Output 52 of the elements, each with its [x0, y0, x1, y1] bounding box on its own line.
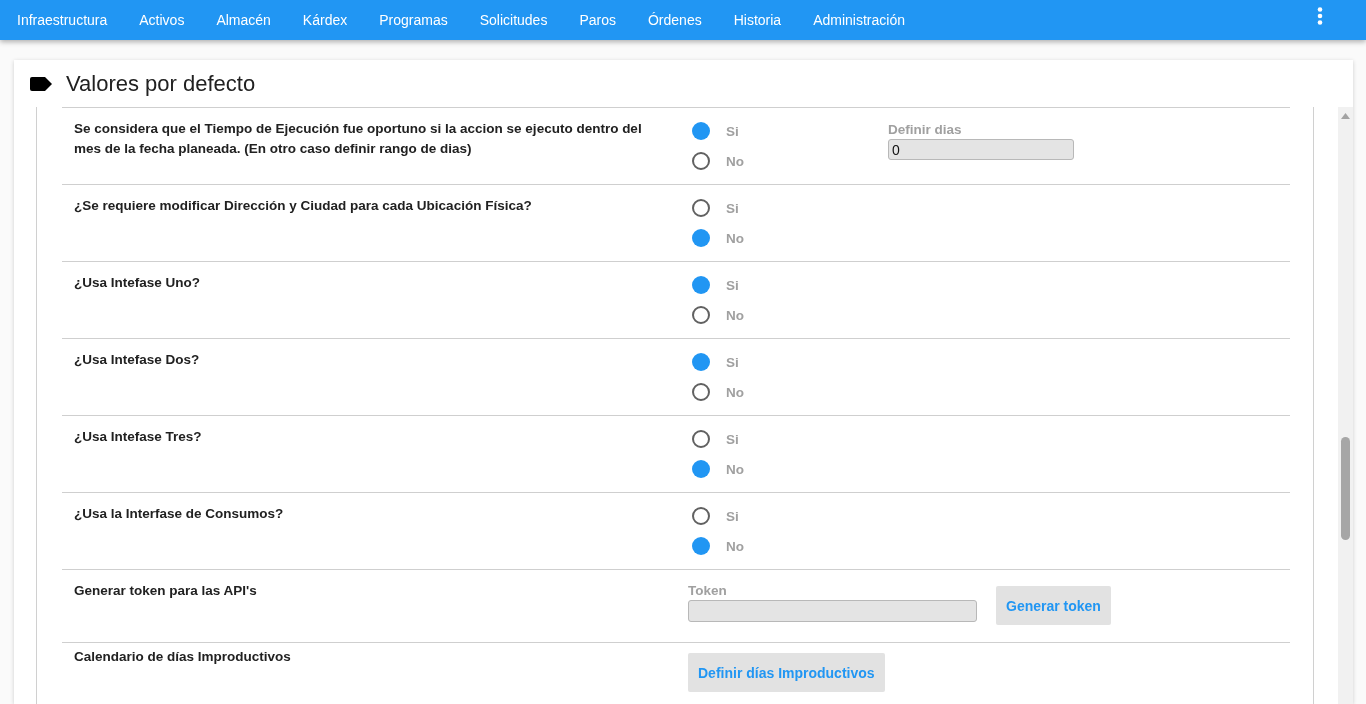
nav-item[interactable]: Historia — [717, 0, 798, 40]
radio-label: Si — [726, 354, 739, 370]
setting-question: ¿Usa Intefase Dos? — [74, 351, 201, 369]
radio-button[interactable] — [692, 383, 710, 401]
radio-button[interactable] — [692, 460, 710, 478]
nav-item[interactable]: Programas — [363, 0, 464, 40]
radio-label: No — [726, 538, 744, 554]
radio-button[interactable] — [692, 507, 710, 525]
radio-button[interactable] — [692, 229, 710, 247]
card-title: Valores por defecto — [66, 69, 256, 98]
setting-question: ¿Se requiere modificar Dirección y Ciudad para cada Ubicación Física? — [74, 197, 533, 215]
scrollbar-thumb[interactable] — [1341, 437, 1350, 540]
radio-button[interactable] — [692, 122, 710, 140]
radio-label: Si — [726, 123, 739, 139]
scroll-up-icon[interactable] — [1341, 113, 1350, 119]
field-label: Token — [688, 583, 728, 599]
nav-item[interactable]: Paros — [563, 0, 632, 40]
radio-label: No — [726, 461, 744, 477]
generate-token-button[interactable]: Generar token — [996, 586, 1111, 625]
nav-item[interactable]: Infraestructura — [1, 0, 124, 40]
setting-question: Se considera que el Tiempo de Ejecución fue oportuno si la accion se ejecuto dentro del mes de la fecha planeada. (En otro caso definir rango de dias) — [74, 120, 643, 158]
nav-item[interactable]: Administración — [797, 0, 921, 40]
radio-button[interactable] — [692, 276, 710, 294]
radio-button[interactable] — [692, 199, 710, 217]
radio-label: No — [726, 153, 744, 169]
nav-item[interactable]: Solicitudes — [463, 0, 564, 40]
field-label: Definir dias — [888, 122, 963, 138]
nav-item[interactable]: Kárdex — [286, 0, 364, 40]
radio-label: No — [726, 230, 744, 246]
nav-item[interactable]: Activos — [123, 0, 201, 40]
define-days-button[interactable]: Definir días Improductivos — [688, 653, 885, 692]
setting-question: ¿Usa la Interfase de Consumos? — [74, 505, 285, 523]
radio-label: No — [726, 307, 744, 323]
tag-icon — [30, 76, 52, 91]
radio-button[interactable] — [692, 353, 710, 371]
radio-label: Si — [726, 431, 739, 447]
nav-item[interactable]: Almacén — [200, 0, 287, 40]
radio-label: Si — [726, 200, 739, 216]
radio-button[interactable] — [692, 430, 710, 448]
radio-button[interactable] — [692, 152, 710, 170]
nav-item[interactable]: Órdenes — [631, 0, 718, 40]
radio-label: Si — [726, 277, 739, 293]
radio-label: Si — [726, 508, 739, 524]
setting-question: Calendario de días Improductivos — [74, 648, 292, 666]
more-menu-icon[interactable] — [1317, 7, 1323, 25]
setting-question: Generar token para las API's — [74, 582, 258, 600]
radio-button[interactable] — [692, 537, 710, 555]
radio-button[interactable] — [692, 306, 710, 324]
setting-question: ¿Usa Intefase Tres? — [74, 428, 203, 446]
setting-question: ¿Usa Intefase Uno? — [74, 274, 202, 292]
radio-label: No — [726, 384, 744, 400]
scrollbar[interactable] — [1338, 107, 1353, 704]
